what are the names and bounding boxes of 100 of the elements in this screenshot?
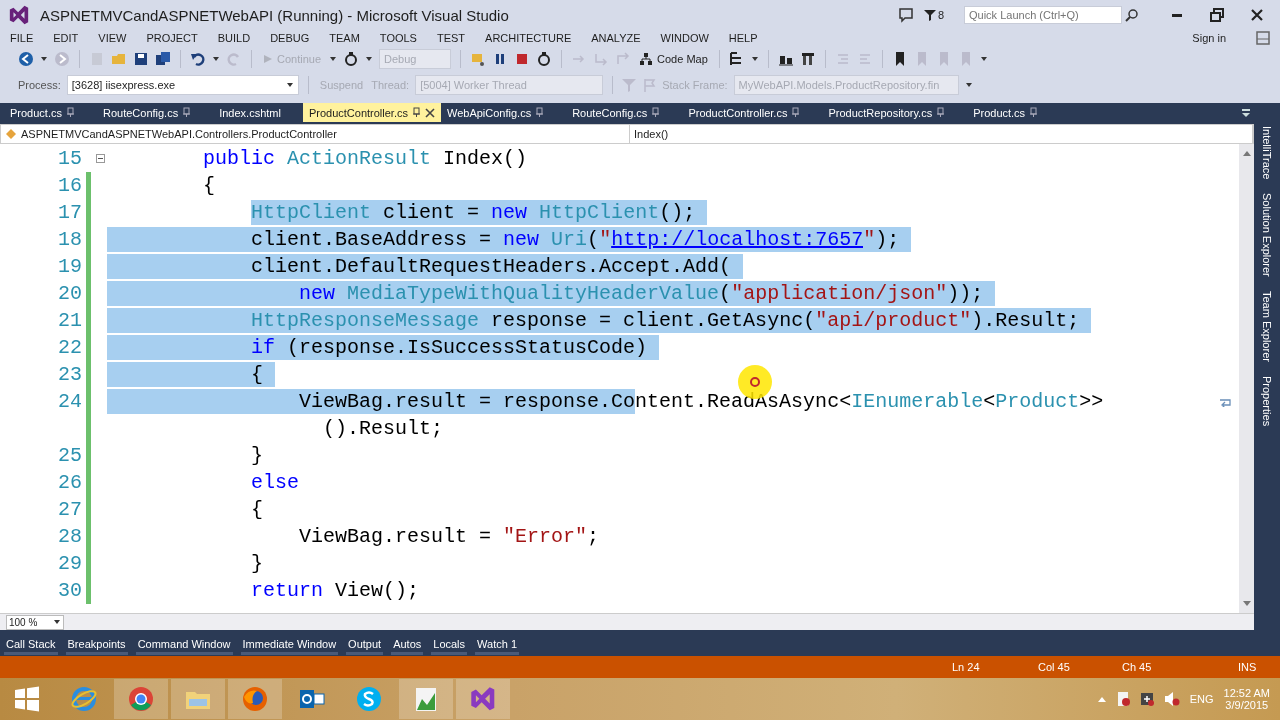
speaker-icon[interactable] (1163, 691, 1180, 707)
vertical-scrollbar[interactable] (1239, 144, 1254, 613)
document-tab[interactable]: RouteConfig.cs (96, 103, 214, 122)
overflow-caret-icon[interactable] (979, 55, 988, 63)
document-tab[interactable]: ProductRepository.cs (822, 103, 968, 122)
menu-item[interactable]: PROJECT (146, 32, 198, 44)
document-tab[interactable]: Index.cshtml (213, 103, 303, 122)
line-number: 16 (57, 174, 83, 197)
zoom-dropdown[interactable]: 100 % (6, 614, 64, 630)
code-text: ().Result; (323, 416, 444, 441)
member-dropdown[interactable]: Index() (630, 125, 1253, 143)
document-tab[interactable]: RouteConfig.cs (566, 103, 683, 122)
tab-overflow-icon[interactable] (1240, 107, 1252, 119)
filter-icon[interactable] (923, 9, 936, 21)
pin-icon[interactable] (182, 107, 192, 118)
taskbar-app-button[interactable] (399, 679, 453, 719)
menu-item[interactable]: VIEW (98, 32, 127, 44)
document-tab[interactable]: ProductController.cs (682, 103, 823, 122)
code-text: } (251, 443, 264, 468)
menu-item[interactable]: TEAM (329, 32, 360, 44)
save-icon[interactable] (133, 51, 149, 67)
document-tab[interactable]: ProductController.cs (302, 103, 441, 122)
line-number: 21 (57, 309, 83, 332)
undo-icon[interactable] (190, 51, 206, 67)
menu-item[interactable]: EDIT (53, 32, 79, 44)
side-panel-tab[interactable]: Solution Explorer (1261, 193, 1273, 278)
line-number: 28 (57, 525, 83, 548)
quick-launch-field[interactable]: Quick Launch (Ctrl+Q) (964, 6, 1122, 24)
caret-icon[interactable] (329, 55, 338, 63)
pin-icon[interactable] (1029, 107, 1039, 118)
menu-item[interactable]: DEBUG (270, 32, 310, 44)
caret-icon[interactable] (365, 55, 374, 63)
restart-icon[interactable] (343, 51, 360, 67)
document-tab[interactable]: Product.cs (4, 103, 97, 122)
line-number: 23 (57, 363, 83, 386)
caret-icon[interactable] (750, 55, 759, 63)
document-tab[interactable]: Product.cs (967, 103, 1061, 122)
code-text: (response.IsSuccessStatusCode) (275, 335, 648, 360)
line-number: 30 (57, 579, 83, 602)
pin-icon[interactable] (791, 107, 801, 118)
menu-item[interactable]: HELP (728, 32, 758, 44)
letter-e-icon (70, 685, 98, 713)
pin-icon[interactable] (65, 107, 75, 118)
code-text: " (863, 227, 876, 252)
pin-icon[interactable] (535, 107, 545, 118)
taskbar-app-button[interactable] (114, 679, 168, 719)
code-text: "api/product" (815, 308, 972, 333)
code-text: MediaTypeWithQualityHeaderValue (335, 281, 720, 306)
scroll-down-icon[interactable] (1242, 601, 1251, 607)
columns-icon[interactable] (799, 51, 816, 67)
menu-item[interactable]: WINDOW (660, 32, 709, 44)
code-text: " (599, 227, 612, 252)
line-number: 29 (57, 552, 83, 575)
code-text: Uri (539, 227, 588, 252)
side-panel-tab[interactable]: Team Explorer (1261, 291, 1273, 363)
speech-bubble-icon[interactable] (897, 7, 914, 23)
code-text: ; (587, 524, 600, 549)
code-text: View(); (334, 578, 420, 603)
code-link[interactable]: http://localhost:7657 (611, 227, 864, 252)
menu-item[interactable]: TOOLS (379, 32, 417, 44)
caret-icon[interactable] (212, 55, 220, 63)
code-text: if (251, 335, 276, 360)
code-map-button[interactable]: Code Map (637, 52, 710, 66)
menu-item[interactable]: BUILD (217, 32, 251, 44)
code-text: else (251, 470, 300, 495)
process-dropdown[interactable]: [3628] iisexpress.exe (66, 75, 299, 95)
code-text: "Error" (503, 524, 588, 549)
restart-icon[interactable] (536, 51, 553, 67)
close-icon[interactable] (425, 107, 435, 118)
taskbar-app-button[interactable] (456, 679, 510, 719)
type-scope-dropdown[interactable]: ASPNETMVCandASPNETWebAPI.Controllers.ProductController (1, 125, 630, 143)
code-text: ActionResult (286, 146, 432, 171)
hierarchy-diagram-icon (639, 52, 654, 66)
sign-in-link[interactable]: Sign in (1192, 32, 1226, 44)
back-icon[interactable] (18, 51, 34, 67)
code-text: Product (995, 389, 1080, 414)
pin-icon[interactable] (412, 107, 421, 118)
pin-icon[interactable] (651, 107, 661, 118)
menu-item[interactable]: FILE (10, 32, 34, 44)
menu-item[interactable]: TEST (436, 32, 466, 44)
feedback-icon[interactable] (1256, 31, 1270, 45)
side-panel-tab[interactable]: IntelliTrace (1261, 126, 1273, 180)
overflow-caret-icon[interactable] (964, 81, 973, 89)
minimize-icon (1172, 13, 1182, 17)
document-tab[interactable]: WebApiConfig.cs (441, 103, 567, 122)
taskbar-app-button[interactable] (228, 679, 282, 719)
collapse-icon[interactable] (95, 154, 105, 163)
menu-item[interactable]: ANALYZE (591, 32, 641, 44)
side-panel-tab[interactable]: Properties (1261, 376, 1273, 427)
scroll-up-icon[interactable] (1242, 150, 1251, 156)
pin-icon[interactable] (936, 107, 946, 118)
caret-icon[interactable] (40, 55, 48, 63)
code-text: "application/json" (731, 281, 948, 306)
code-text: ( (587, 227, 600, 252)
code-text: public (203, 146, 276, 171)
line-number: 17 (57, 201, 83, 224)
save-all-icon[interactable] (155, 51, 171, 67)
code-text: ntent.ReadAsAsync< (635, 389, 852, 414)
menu-item[interactable]: ARCHITECTURE (485, 32, 572, 44)
code-text: new (491, 200, 528, 225)
